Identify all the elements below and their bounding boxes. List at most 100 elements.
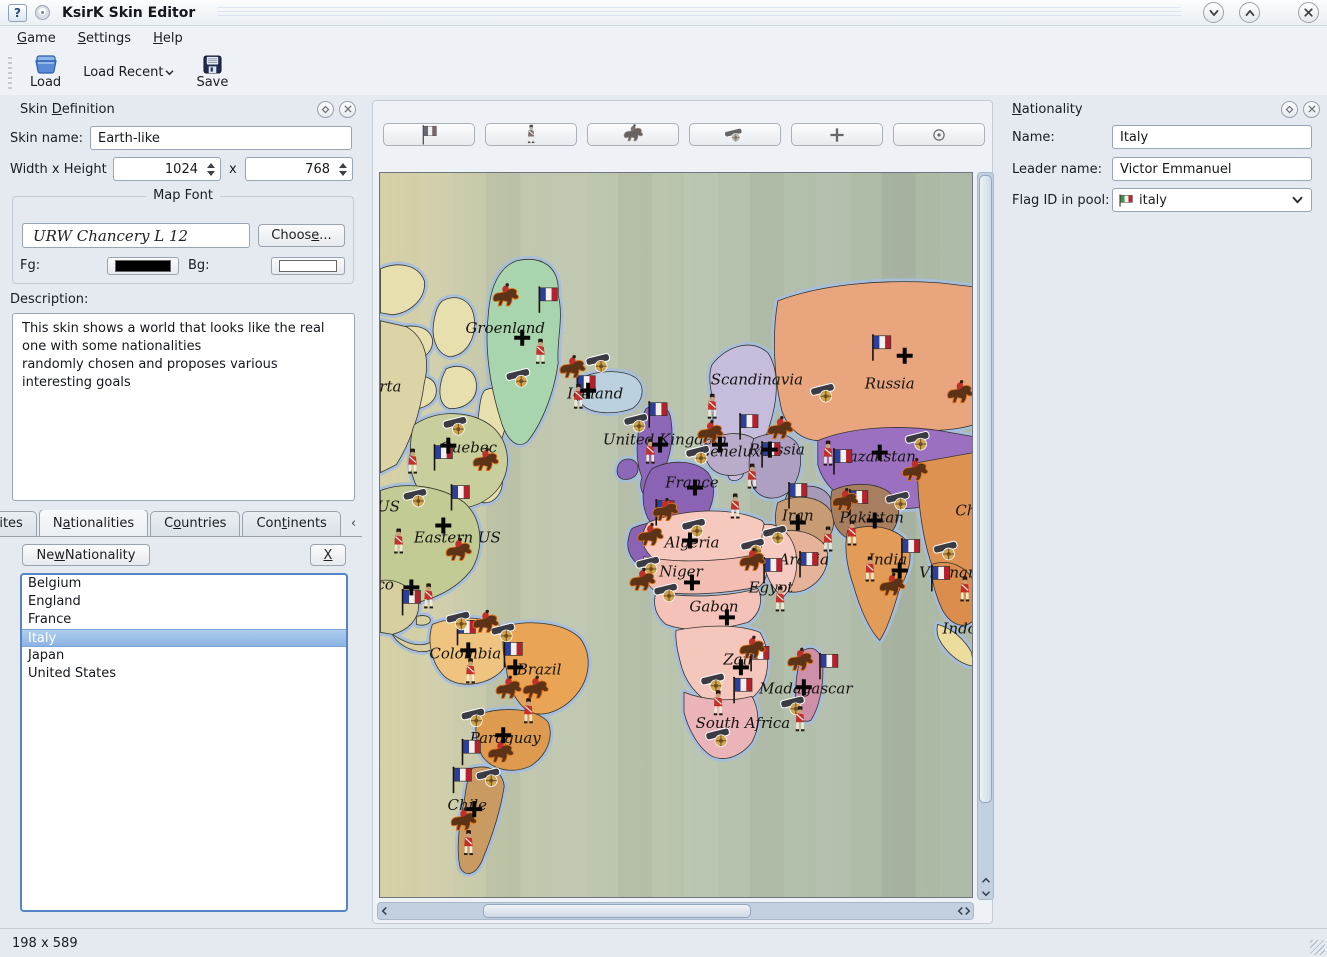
dock-float-button[interactable] — [1281, 101, 1298, 118]
toolbar-drag-handle[interactable] — [8, 57, 12, 89]
close-icon — [344, 105, 352, 113]
menu-game[interactable]: Game — [6, 28, 67, 49]
flag-icon — [416, 124, 442, 146]
nationalities-list[interactable]: BelgiumEnglandFranceItalyJapanUnited Sta… — [20, 573, 348, 912]
map-country-label: Groenland — [465, 319, 545, 337]
fg-color-button[interactable] — [107, 257, 179, 275]
map-tool-add-button[interactable] — [791, 123, 883, 146]
menu-settings[interactable]: Settings — [67, 28, 142, 49]
skin-name-input[interactable] — [90, 126, 352, 150]
open-folder-icon — [34, 55, 58, 74]
scroll-left-icon[interactable] — [957, 906, 964, 916]
hscroll-thumb[interactable] — [483, 904, 751, 918]
width-spin-buttons[interactable] — [207, 157, 215, 181]
map-panel: rtaGroenlandIcelandQuebecUSEastern USMex… — [372, 100, 993, 924]
minimize-button[interactable] — [1203, 2, 1224, 23]
map-country-label: Indonesia — [942, 619, 973, 637]
map-font-legend: Map Font — [146, 188, 220, 203]
spin-up-icon[interactable] — [207, 163, 215, 168]
tab-sprites-partial[interactable]: rites — [0, 511, 37, 536]
world-map[interactable]: rtaGroenlandIcelandQuebecUSEastern USMex… — [380, 173, 973, 898]
list-item[interactable]: Belgium — [22, 575, 346, 593]
height-spinner[interactable] — [245, 157, 353, 181]
map-horizontal-scrollbar[interactable] — [377, 902, 974, 920]
fg-swatch — [115, 260, 171, 272]
list-item[interactable]: France — [22, 611, 346, 629]
infantry-icon — [518, 124, 544, 146]
status-bar: 198 x 589 — [0, 928, 1327, 957]
scroll-left-icon[interactable] — [381, 906, 388, 916]
spin-up-icon[interactable] — [339, 163, 347, 168]
close-button[interactable] — [1298, 2, 1319, 23]
tab-scroll-left-icon[interactable]: ‹ — [347, 516, 360, 531]
map-tool-anchor-button[interactable] — [893, 123, 985, 146]
map-country-label: China — [955, 502, 973, 520]
nationality-name-input[interactable] — [1112, 125, 1312, 149]
map-country-label: Colombia — [429, 644, 501, 662]
menu-help[interactable]: Help — [142, 28, 194, 49]
titlebar-grip — [217, 7, 1181, 19]
map-country-label: Pakistan — [839, 509, 904, 527]
dock-float-button[interactable] — [317, 101, 334, 118]
load-button[interactable]: Load — [20, 53, 71, 92]
choose-font-button[interactable]: Choose... — [258, 224, 345, 247]
map-country-label: Russia — [864, 375, 915, 393]
resize-grip[interactable] — [1310, 940, 1325, 955]
list-item[interactable]: Italy — [22, 629, 346, 647]
new-nationality-button[interactable]: New Nationality — [22, 544, 150, 566]
tab-nationalities[interactable]: Nationalities — [39, 510, 148, 536]
spin-down-icon[interactable] — [339, 171, 347, 176]
delete-nationality-button[interactable]: X — [310, 544, 346, 566]
width-input[interactable] — [113, 157, 221, 181]
skin-definition-title: Skin Definition — [20, 102, 115, 117]
name-label: Name: — [1012, 130, 1055, 145]
cavalry-icon — [620, 124, 646, 146]
app-icon[interactable] — [35, 5, 50, 20]
map-country-label: Chile — [448, 796, 488, 814]
help-icon[interactable]: ? — [8, 4, 27, 22]
vscroll-thumb[interactable] — [979, 175, 992, 803]
maximize-button[interactable] — [1239, 2, 1260, 23]
fg-label: Fg: — [20, 258, 40, 273]
save-button[interactable]: Save — [186, 53, 238, 92]
map-canvas[interactable]: rtaGroenlandIcelandQuebecUSEastern USMex… — [379, 172, 973, 898]
scroll-up-icon[interactable] — [981, 877, 991, 884]
list-item[interactable]: Japan — [22, 647, 346, 665]
map-vertical-scrollbar[interactable] — [977, 172, 994, 900]
scroll-down-icon[interactable] — [981, 890, 991, 897]
italy-flag-icon — [1119, 194, 1134, 207]
menu-bar: Game Settings Help — [0, 26, 1327, 50]
list-item[interactable]: England — [22, 593, 346, 611]
bg-label: Bg: — [188, 258, 210, 273]
bg-color-button[interactable] — [271, 257, 345, 275]
map-tool-cavalry-button[interactable] — [587, 123, 679, 146]
list-item[interactable]: United States — [22, 665, 346, 683]
map-tool-infantry-button[interactable] — [485, 123, 577, 146]
dock-close-button[interactable] — [339, 101, 356, 118]
chevron-up-icon — [1243, 6, 1257, 20]
leader-name-input[interactable] — [1112, 157, 1312, 181]
status-text: 198 x 589 — [12, 936, 78, 951]
map-country-label: Gabon — [689, 597, 738, 615]
chevron-down-icon — [165, 69, 174, 76]
skin-definition-header: Skin Definition — [8, 98, 356, 120]
tab-countries[interactable]: Countries — [150, 511, 240, 536]
map-tool-cannon-button[interactable] — [689, 123, 781, 146]
leader-label: Leader name: — [1012, 162, 1102, 177]
tab-continents[interactable]: Continents — [242, 511, 340, 536]
map-font-preview: URW Chancery L 12 — [22, 223, 250, 248]
height-input[interactable] — [245, 157, 353, 181]
height-spin-buttons[interactable] — [339, 157, 347, 181]
spin-down-icon[interactable] — [207, 171, 215, 176]
scroll-right-icon[interactable] — [964, 906, 971, 916]
dock-close-button[interactable] — [1303, 101, 1320, 118]
map-tool-flag-button[interactable] — [383, 123, 475, 146]
tab-scroll-buttons: ‹ › — [347, 516, 362, 531]
load-recent-button[interactable]: Load Recent — [71, 65, 186, 80]
width-spinner[interactable] — [113, 157, 221, 181]
flag-id-combobox[interactable]: italy — [1112, 188, 1312, 212]
description-textarea[interactable]: This skin shows a world that looks like … — [12, 313, 355, 501]
nationality-header: Nationality — [1004, 98, 1320, 120]
anchor-icon — [926, 124, 952, 146]
chevron-down-icon — [1207, 6, 1221, 20]
